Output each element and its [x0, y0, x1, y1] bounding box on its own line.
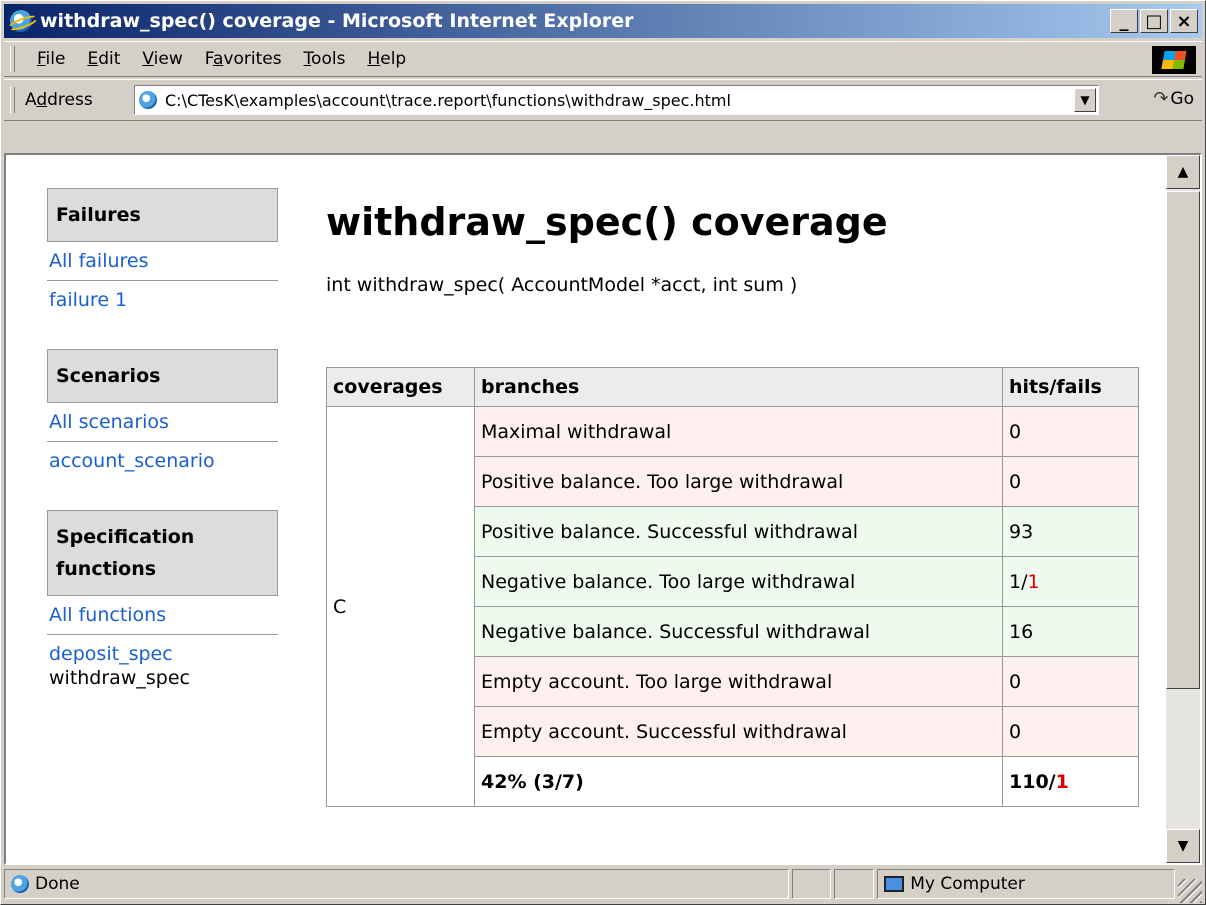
- sidebar: Failures All failures failure 1 Scenario…: [47, 188, 278, 689]
- page-done-icon: [11, 875, 29, 893]
- branch-cell: Negative balance. Too large withdrawal: [474, 556, 1003, 607]
- function-signature: int withdraw_spec( AccountModel *acct, i…: [326, 274, 798, 296]
- menu-file[interactable]: File: [37, 49, 65, 69]
- branch-cell: Empty account. Too large withdrawal: [474, 656, 1003, 707]
- failures-heading: Failures: [47, 188, 278, 242]
- status-pane-blank: [791, 869, 832, 899]
- address-bar: Address C:\CTesK\examples\account\trace.…: [4, 79, 1202, 121]
- security-zone-pane: My Computer: [877, 869, 1176, 899]
- header-coverages: coverages: [326, 367, 475, 407]
- coverage-name-cell: C: [326, 406, 475, 807]
- hits-cell: 0: [1002, 456, 1139, 507]
- status-bar: Done My Computer: [4, 869, 1203, 903]
- menu-edit[interactable]: Edit: [87, 49, 120, 69]
- all-functions-link[interactable]: All functions: [47, 596, 278, 635]
- address-label: Address: [25, 90, 93, 110]
- hits-cell: 0: [1002, 706, 1139, 757]
- functions-heading: Specification functions: [47, 510, 278, 596]
- page-icon: [139, 91, 157, 109]
- address-url: C:\CTesK\examples\account\trace.report\f…: [165, 90, 731, 110]
- branch-cell: Empty account. Successful withdrawal: [474, 706, 1003, 757]
- toolbar-grip[interactable]: [10, 46, 15, 72]
- scroll-down-button[interactable]: ▼: [1166, 829, 1200, 863]
- table-row: C Maximal withdrawal 0: [326, 406, 1139, 807]
- status-pane-blank: [834, 869, 875, 899]
- my-computer-icon: [884, 876, 905, 892]
- menu-help[interactable]: Help: [367, 49, 406, 69]
- page-title: withdraw_spec() coverage: [326, 200, 888, 244]
- menu-favorites[interactable]: Favorites: [205, 49, 282, 69]
- maximize-button[interactable]: □: [1140, 9, 1168, 33]
- failure-link[interactable]: failure 1: [47, 281, 278, 319]
- status-text-pane: Done: [4, 869, 789, 899]
- coverage-table: coverages branches hits/fails C Maximal …: [326, 367, 1139, 807]
- hits-cell: 93: [1002, 506, 1139, 557]
- menu-tools[interactable]: Tools: [304, 49, 346, 69]
- total-branch-cell: 42% (3/7): [474, 756, 1003, 807]
- all-scenarios-link[interactable]: All scenarios: [47, 403, 278, 442]
- go-button[interactable]: ↷ Go: [1153, 88, 1194, 109]
- page-viewport: Failures All failures failure 1 Scenario…: [4, 153, 1202, 865]
- go-arrow-icon: ↷: [1153, 88, 1169, 109]
- toolbar-grip[interactable]: [10, 87, 15, 113]
- title-bar: withdraw_spec() coverage - Microsoft Int…: [4, 4, 1202, 38]
- scroll-up-button[interactable]: ▲: [1166, 155, 1200, 189]
- main-content: withdraw_spec() coverage int withdraw_sp…: [326, 200, 888, 296]
- address-dropdown-button[interactable]: ▼: [1074, 88, 1096, 112]
- branch-cell: Positive balance. Too large withdrawal: [474, 456, 1003, 507]
- browser-window: withdraw_spec() coverage - Microsoft Int…: [0, 0, 1206, 905]
- function-link-deposit-spec[interactable]: deposit_spec: [47, 635, 278, 667]
- table-header-row: coverages branches hits/fails: [326, 367, 1139, 407]
- branch-cell: Negative balance. Successful withdrawal: [474, 606, 1003, 657]
- resize-grip[interactable]: [1178, 879, 1203, 903]
- ie-logo-icon: [10, 10, 32, 32]
- branch-cell: Positive balance. Successful withdrawal: [474, 506, 1003, 557]
- branch-cell: Maximal withdrawal: [474, 406, 1003, 457]
- menu-view[interactable]: View: [142, 49, 182, 69]
- window-title: withdraw_spec() coverage - Microsoft Int…: [40, 10, 634, 32]
- windows-logo-icon: [1152, 46, 1196, 74]
- scenarios-heading: Scenarios: [47, 349, 278, 403]
- hits-cell: 16: [1002, 606, 1139, 657]
- vertical-scrollbar[interactable]: ▲ ▼: [1166, 155, 1200, 863]
- current-function: withdraw_spec: [49, 667, 190, 689]
- scroll-thumb[interactable]: [1166, 191, 1200, 689]
- close-button[interactable]: ×: [1170, 9, 1198, 33]
- hits-cell: 0: [1002, 406, 1139, 457]
- hits-cell: 0: [1002, 656, 1139, 707]
- minimize-button[interactable]: _: [1110, 9, 1138, 33]
- address-input[interactable]: C:\CTesK\examples\account\trace.report\f…: [134, 85, 1099, 115]
- hits-cell: 1/1: [1002, 556, 1139, 607]
- header-hits-fails: hits/fails: [1002, 367, 1139, 407]
- menu-bar: File Edit View Favorites Tools Help: [4, 41, 1202, 77]
- all-failures-link[interactable]: All failures: [47, 242, 278, 281]
- scenario-link[interactable]: account_scenario: [47, 442, 278, 480]
- total-hits-cell: 110/1: [1002, 756, 1139, 807]
- header-branches: branches: [474, 367, 1003, 407]
